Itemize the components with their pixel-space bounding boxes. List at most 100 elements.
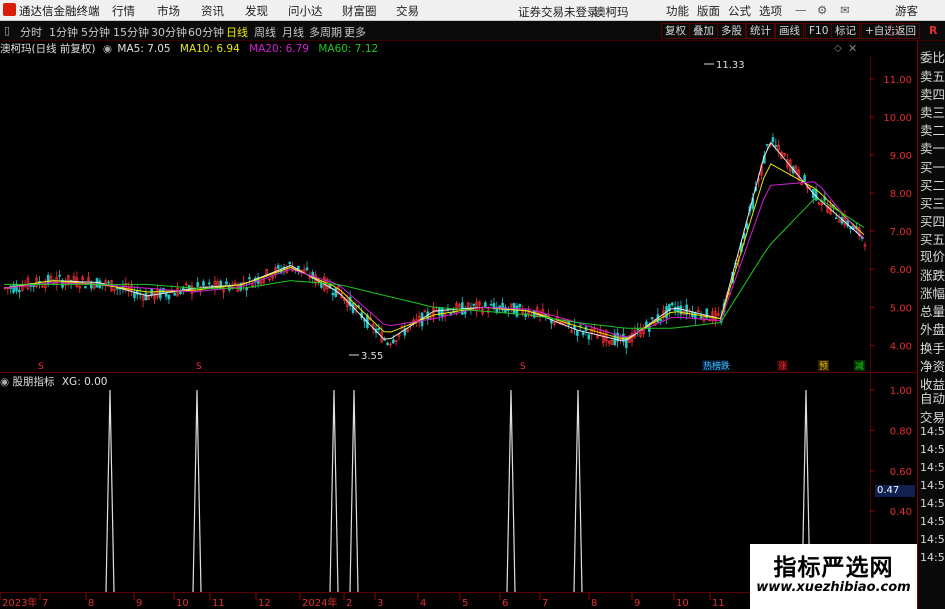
candle-body [164, 292, 168, 297]
time-tick-label: 11 [712, 598, 725, 609]
price-tick-label: 5.00 [890, 303, 912, 314]
time-tick-label: 2 [346, 598, 352, 609]
r-marker-icon[interactable]: R [929, 24, 937, 37]
watermark: 指标严选网 www.xuezhibiao.com [750, 544, 917, 609]
side-panel-label: 买三 [920, 196, 945, 211]
candle-body [774, 145, 778, 147]
indicator-header: ◉ 股朋指标 XG: 0.00 [0, 374, 107, 388]
candle-body [58, 274, 61, 277]
indicator-spike [506, 389, 516, 593]
time-tick-label: 10 [676, 598, 689, 609]
side-panel-label: 买二 [920, 178, 945, 193]
candle-body [636, 328, 640, 331]
quote-side-panel: 委比 卖五 卖四 卖三 卖二 卖一 买一 买二 买三 买四 买五 现价 涨跌 涨幅 总量 外盘 换手 净资 收益 自动… [917, 41, 945, 609]
time-tick-label: 12 [258, 598, 271, 609]
ma-line-ma10 [3, 163, 865, 339]
sell-signal-label: S [520, 362, 526, 372]
time-tick-label: 9 [634, 598, 640, 609]
price-tick-label: 6.00 [890, 265, 912, 276]
time-tick-label: 11 [212, 598, 225, 609]
event-tag-label: 热榜跌 [703, 360, 730, 372]
candle-body [15, 283, 18, 292]
price-tick-label: 4.00 [890, 341, 912, 352]
side-panel-label: 涨跌 [920, 268, 945, 283]
time-tick-label: 7 [42, 598, 48, 609]
candle-body [107, 281, 110, 284]
candle-body [587, 334, 591, 340]
indicator-tick-label: 0.60 [890, 467, 912, 478]
indicator-value: XG: 0.00 [61, 376, 108, 388]
price-tick-label: 8.00 [890, 189, 912, 200]
indicator-tick-label: 1.00 [890, 386, 912, 397]
indicator-tick-label: 0.40 [890, 507, 912, 518]
candle-body [18, 289, 21, 293]
indicator-spike [192, 389, 202, 593]
candle-body [650, 317, 654, 320]
side-panel-label: 净资 [920, 359, 945, 374]
candle-body [576, 330, 579, 336]
candle-body [288, 262, 292, 264]
event-tag-label: 预 [819, 361, 828, 372]
candle-body [694, 312, 697, 320]
time-tick-label: 7 [542, 598, 548, 609]
indicator-spike [349, 389, 359, 593]
sell-signal-label: S [38, 362, 44, 372]
candle-body [202, 281, 205, 287]
candle-body [133, 292, 136, 298]
side-panel-label: 买四 [920, 214, 945, 229]
candle-body [440, 307, 444, 318]
candle-body [207, 282, 211, 285]
ma-line-ma20 [3, 181, 865, 338]
candle-body [771, 137, 775, 143]
side-panel-label: 14:56 [920, 443, 945, 456]
candle-body [423, 310, 427, 313]
cursor-value-badge: 0.47 [875, 485, 915, 497]
event-tag-label: 减 [855, 360, 864, 372]
indicator-spike [573, 389, 583, 593]
candle-body [320, 283, 323, 288]
candle-body [167, 294, 171, 300]
side-panel-label: 卖五 [920, 69, 945, 84]
candle-body [377, 328, 381, 330]
price-tick-label: 10.00 [883, 113, 912, 124]
candle-body [89, 281, 93, 289]
price-tick-label: 9.00 [890, 151, 912, 162]
time-tick-label: 2024年 [302, 596, 337, 609]
kline-chart[interactable]: 11.00 10.00 9.00 8.00 7.00 6.00 5.00 4.00 11.33… [0, 0, 917, 609]
candle-body [518, 303, 522, 308]
time-tick-label: 10 [176, 598, 189, 609]
side-panel-label: 外盘 [920, 322, 945, 337]
candle-body [32, 285, 36, 287]
time-tick-label: 6 [502, 598, 508, 609]
candle-body [659, 319, 663, 321]
indicator-spike [329, 389, 339, 593]
candle-body [699, 316, 703, 319]
candle-body [544, 314, 548, 316]
indicator-tick-label: 0.80 [890, 426, 912, 437]
candle-body [745, 223, 749, 230]
time-tick-label: 4 [420, 598, 426, 609]
candle-body [765, 143, 769, 146]
candle-body [46, 274, 50, 284]
candle-body [489, 304, 493, 306]
candle-body [334, 287, 338, 297]
event-tag-label: 涨 [778, 361, 787, 372]
side-panel-label: 涨幅 [920, 286, 945, 301]
candle-body [305, 267, 309, 271]
indicator-settings-icon[interactable]: ◉ [0, 376, 9, 388]
side-panel-label: 卖四 [920, 87, 945, 102]
time-tick-label: 9 [136, 598, 142, 609]
time-tick-label: 8 [591, 598, 597, 609]
candle-body [834, 217, 838, 220]
candle-body [12, 284, 15, 293]
time-tick-label: 5 [462, 598, 468, 609]
price-tick-label: 11.00 [883, 75, 912, 86]
candle-body [391, 339, 395, 344]
time-tick-label: 2023年 [2, 596, 37, 609]
side-panel-label: 14:56 [920, 533, 945, 546]
watermark-title: 指标严选网 [773, 555, 894, 581]
candle-body [84, 286, 87, 289]
candle-body [248, 277, 251, 280]
ma-line-ma5 [3, 141, 865, 341]
side-panel-label: 14:56 [920, 551, 945, 564]
